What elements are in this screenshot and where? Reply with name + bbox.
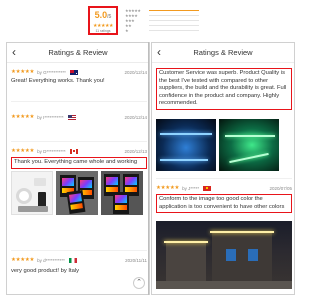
rating-bar-5: [149, 9, 199, 12]
rating-bar-1: [149, 29, 199, 32]
review-meta: ★★★★★ by d*********** 2020/11/11: [11, 256, 147, 264]
reviewer-name: by I***********: [37, 114, 64, 120]
ground: [156, 281, 292, 289]
review-photo[interactable]: [156, 221, 292, 289]
rating-summary: 5.0/5 ★★★★★ 11 ratings ★★★★★ ★★★★ ★★★ ★★…: [88, 6, 200, 36]
product-box: [113, 192, 129, 214]
review-text-highlighted: Customer Service was superb. Product Qua…: [156, 68, 292, 110]
flag-ca-icon: [69, 148, 78, 154]
panel-divider: [148, 42, 149, 295]
review-photos: [11, 171, 143, 215]
rating-bar-3: [149, 19, 199, 22]
flag-au-icon: [69, 69, 78, 75]
review-stars: ★★★★★: [11, 148, 35, 154]
scroll-top-icon[interactable]: ⌃: [133, 277, 145, 289]
review-date: 2020/11/11: [125, 257, 147, 263]
divider: [11, 101, 147, 102]
review-date: 2020/12/14: [124, 69, 147, 75]
led-glow: [225, 135, 275, 137]
chevron-left-icon[interactable]: ‹: [157, 46, 161, 59]
review-text-highlighted: Thank you. Everything came whole and wor…: [11, 157, 147, 169]
reviews-panel-right: ‹ Ratings & Review Customer Service was …: [151, 42, 295, 295]
product-box: [66, 189, 86, 215]
led-glow: [164, 241, 208, 243]
review-stars: ★★★★★: [11, 114, 35, 120]
panel-header: ‹ Ratings & Review: [7, 43, 149, 63]
review-meta: ★★★★★ by D*********** 2020/12/13: [11, 147, 147, 155]
led-glow: [160, 133, 212, 135]
divider: [156, 178, 292, 179]
reviews-panel-left: ‹ Ratings & Review ★★★★★ by G***********…: [6, 42, 150, 295]
page-title: Ratings & Review: [48, 48, 108, 57]
review-stars: ★★★★★: [11, 69, 35, 75]
review-photo[interactable]: [156, 119, 216, 171]
rating-bar-2: [149, 24, 199, 27]
reviewer-name: by D***********: [37, 148, 66, 154]
review-date: 2020/12/14: [124, 114, 147, 120]
reviewer-name: by G***********: [37, 69, 66, 75]
review-meta: ★★★★★ by G*********** 2020/12/14: [11, 68, 147, 76]
rating-row-1: ★: [125, 28, 199, 33]
page-title: Ratings & Review: [193, 48, 253, 57]
ratings-count: 11 ratings: [95, 29, 111, 33]
house-window: [226, 249, 236, 261]
flag-it-icon: [68, 257, 77, 263]
reviewer-name: by d***********: [37, 257, 65, 263]
led-glow: [210, 231, 274, 233]
review-meta: ★★★★★ by J***** 2020/07/05: [156, 184, 292, 192]
review-stars: ★★★★★: [156, 185, 180, 191]
review-photo[interactable]: [219, 119, 279, 171]
average-score: 5.0/5: [94, 10, 112, 20]
house-wall: [212, 231, 272, 281]
flag-vn-icon: [203, 185, 212, 191]
adapter: [18, 206, 48, 212]
controller-box: [34, 178, 46, 186]
led-glow: [160, 159, 208, 161]
review-text-highlighted: Conform to the image too good color the …: [156, 194, 292, 214]
review-photos: [156, 119, 279, 171]
rating-distribution: ★★★★★ ★★★★ ★★★ ★★ ★: [125, 8, 199, 33]
review-date: 2020/12/13: [124, 148, 147, 154]
review-item: ★★★★★ by G*********** 2020/12/14 Great! …: [11, 68, 147, 86]
rating-bar-fill-5: [149, 9, 199, 12]
review-item: ★★★★★ by D*********** 2020/12/13 Thank y…: [11, 147, 147, 169]
review-meta: ★★★★★ by I*********** 2020/12/14: [11, 113, 147, 121]
house-window: [248, 249, 258, 261]
review-item: ★★★★★ by d*********** 2020/11/11 very go…: [11, 256, 147, 276]
review-date: 2020/07/05: [269, 185, 292, 191]
review-photo[interactable]: [56, 171, 98, 215]
led-glow: [229, 152, 269, 164]
rating-bar-4: [149, 14, 199, 17]
review-item: ★★★★★ by I*********** 2020/12/14: [11, 113, 147, 121]
flag-us-icon: [67, 114, 76, 120]
score-box: 5.0/5 ★★★★★ 11 ratings: [88, 6, 118, 35]
review-item: ★★★★★ by J***** 2020/07/05 Conform to th…: [156, 184, 292, 214]
review-photo[interactable]: [101, 171, 143, 215]
divider: [11, 250, 147, 251]
chevron-left-icon[interactable]: ‹: [12, 46, 16, 59]
divider: [11, 141, 147, 142]
reviewer-name: by J*****: [182, 185, 200, 191]
review-stars: ★★★★★: [11, 257, 35, 263]
led-reel: [16, 188, 32, 204]
house-wall: [166, 241, 206, 281]
review-item: Customer Service was superb. Product Qua…: [156, 66, 292, 110]
panel-header: ‹ Ratings & Review: [152, 43, 294, 63]
review-photo[interactable]: [11, 171, 53, 215]
review-text: very good product! by Italy: [11, 268, 79, 274]
review-text: Great! Everything works. Thank you!: [11, 78, 105, 84]
